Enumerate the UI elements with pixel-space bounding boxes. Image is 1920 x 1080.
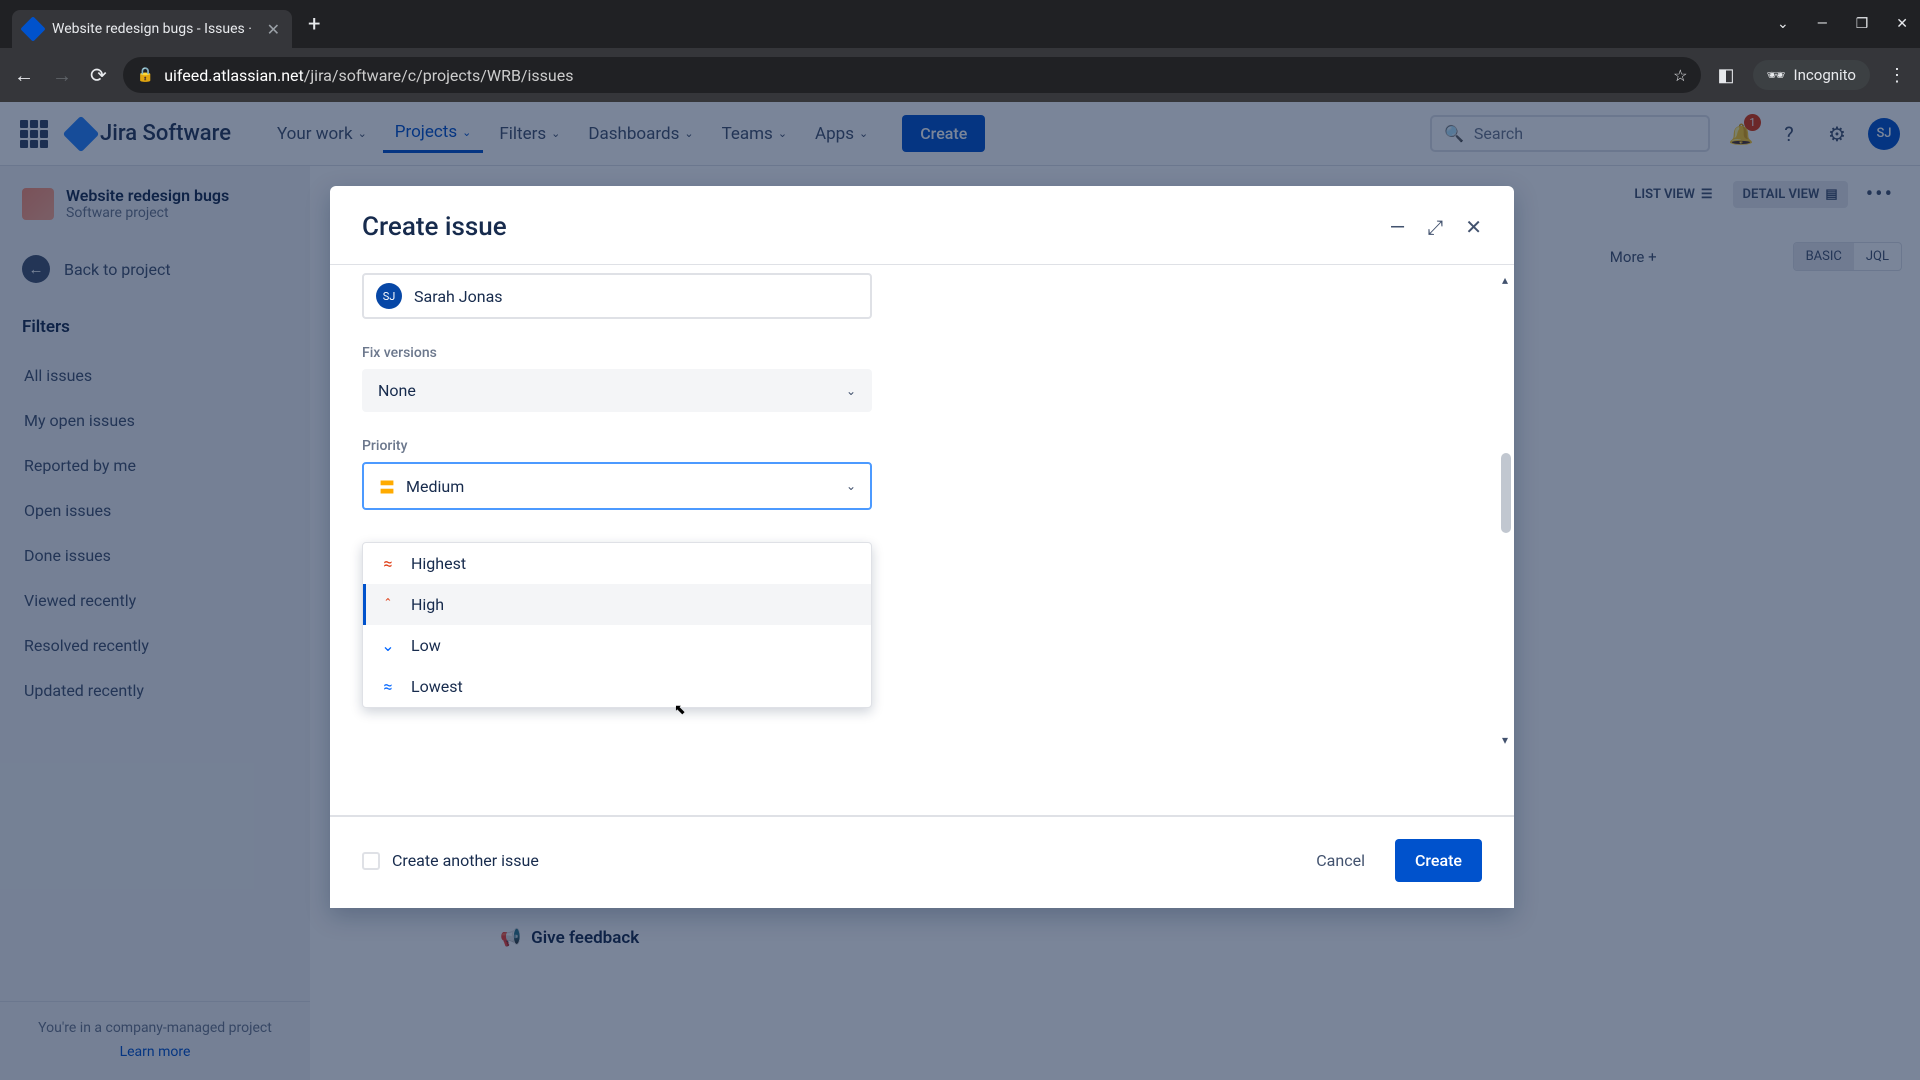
submit-create-button[interactable]: Create [1395, 839, 1482, 882]
priority-low-icon: ⌄ [379, 636, 397, 655]
lock-icon: 🔒 [137, 67, 154, 83]
window-controls: ⌄ — ❐ ✕ [1777, 16, 1908, 32]
priority-medium-icon: 〓 [378, 474, 396, 498]
incognito-badge[interactable]: 🕶 Incognito [1753, 60, 1871, 90]
browser-toolbar: ← → ⟳ 🔒 uifeed.atlassian.net/jira/softwa… [0, 48, 1920, 102]
incognito-icon: 🕶 [1767, 66, 1786, 84]
fix-versions-label: Fix versions [362, 345, 1482, 361]
priority-option-lowest[interactable]: ≈ Lowest [363, 666, 871, 707]
priority-highest-icon: ≈ [379, 554, 397, 573]
chevron-down-icon: ⌄ [846, 384, 856, 398]
back-icon[interactable]: ← [14, 63, 34, 88]
reload-icon[interactable]: ⟳ [90, 63, 107, 87]
extensions-icon[interactable]: ◧ [1717, 65, 1734, 86]
modal-title: Create issue [362, 212, 1390, 242]
chevron-down-icon: ⌄ [846, 479, 856, 493]
tab-title: Website redesign bugs - Issues · [52, 21, 257, 37]
create-another-checkbox[interactable]: Create another issue [362, 851, 539, 870]
url-bar[interactable]: 🔒 uifeed.atlassian.net/jira/software/c/p… [123, 57, 1702, 93]
tabs-dropdown-icon[interactable]: ⌄ [1777, 16, 1789, 32]
browser-titlebar: Website redesign bugs - Issues · ✕ + ⌄ —… [0, 0, 1920, 48]
assignee-name: Sarah Jonas [414, 287, 503, 306]
forward-icon: → [52, 63, 72, 88]
scrollbar-thumb[interactable] [1501, 453, 1511, 533]
close-window-icon[interactable]: ✕ [1896, 16, 1908, 32]
priority-high-icon: ˆ [379, 595, 397, 614]
priority-lowest-icon: ≈ [379, 677, 397, 696]
close-tab-icon[interactable]: ✕ [267, 20, 280, 39]
new-tab-button[interactable]: + [292, 12, 336, 37]
fix-versions-select[interactable]: None ⌄ [362, 369, 872, 412]
create-issue-modal: Create issue — ⤢ ✕ ▴ ▾ SJ Sarah Jonas Fi… [330, 186, 1514, 908]
scroll-up-icon[interactable]: ▴ [1502, 273, 1508, 287]
minimize-modal-icon[interactable]: — [1390, 215, 1406, 239]
scroll-down-icon[interactable]: ▾ [1502, 733, 1508, 747]
priority-select[interactable]: 〓 Medium ⌄ [362, 462, 872, 510]
close-modal-icon[interactable]: ✕ [1465, 215, 1482, 239]
browser-menu-icon[interactable]: ⋮ [1888, 65, 1906, 86]
assignee-field[interactable]: SJ Sarah Jonas [362, 273, 872, 319]
priority-label: Priority [362, 438, 1482, 454]
collapse-modal-icon[interactable]: ⤢ [1427, 215, 1443, 239]
assignee-avatar: SJ [376, 283, 402, 309]
url-text: uifeed.atlassian.net/jira/software/c/pro… [164, 66, 1663, 85]
browser-tab[interactable]: Website redesign bugs - Issues · ✕ [12, 10, 292, 48]
mouse-cursor: ⬉ [674, 702, 686, 718]
minimize-icon[interactable]: — [1817, 16, 1828, 32]
star-icon[interactable]: ☆ [1673, 66, 1687, 85]
maximize-icon[interactable]: ❐ [1856, 16, 1869, 32]
priority-dropdown: ≈ Highest ˆ High ⌄ Low ≈ Lowest [362, 542, 872, 708]
checkbox-icon [362, 852, 380, 870]
priority-option-highest[interactable]: ≈ Highest [363, 543, 871, 584]
priority-option-low[interactable]: ⌄ Low [363, 625, 871, 666]
cancel-button[interactable]: Cancel [1302, 841, 1379, 880]
priority-option-high[interactable]: ˆ High [363, 584, 871, 625]
jira-favicon [20, 16, 45, 41]
